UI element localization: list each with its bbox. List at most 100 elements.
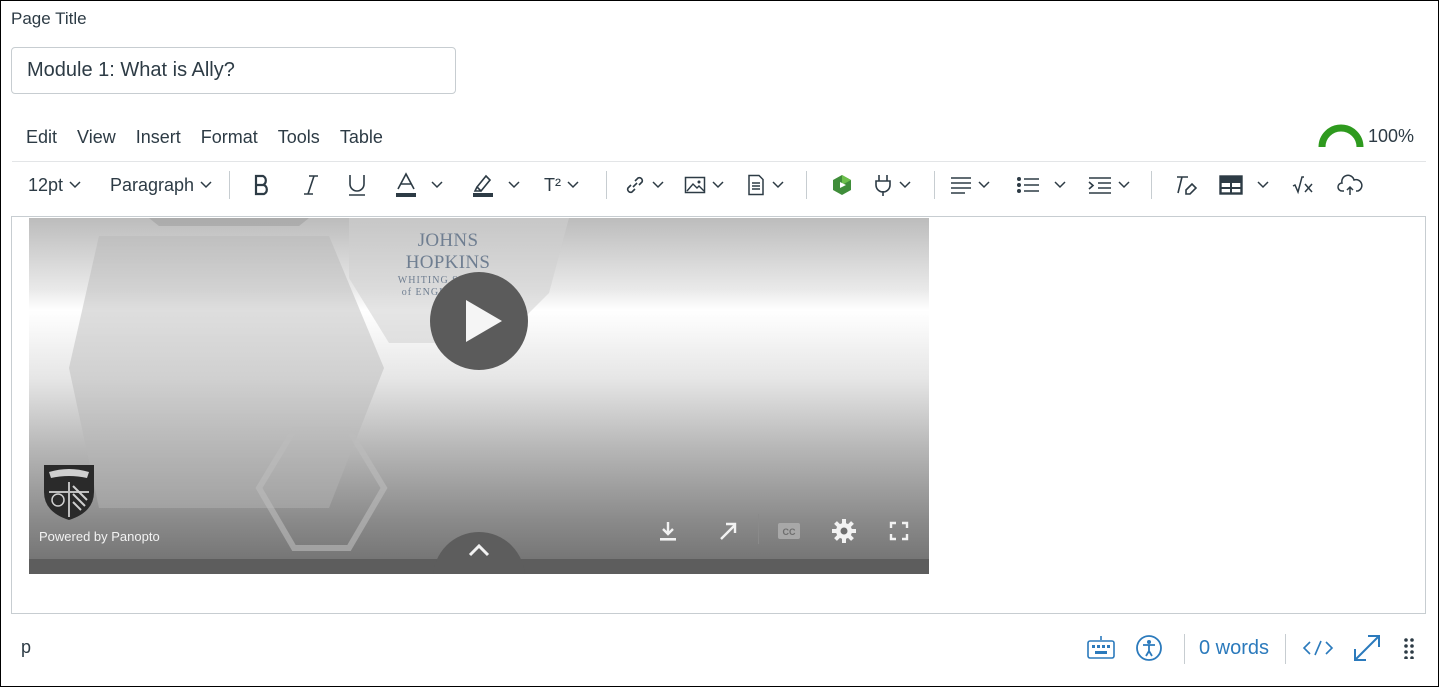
toolbar-divider	[934, 171, 935, 199]
statusbar-divider	[1184, 634, 1185, 664]
cloud-icon	[1337, 174, 1363, 195]
math-equation-button[interactable]	[1292, 166, 1314, 204]
highlight-color-button[interactable]	[472, 166, 520, 204]
panopto-video-embed[interactable]: JOHNS HOPKINS WHITING SCHOOL of ENGINEER…	[29, 218, 929, 574]
menu-view[interactable]: View	[67, 124, 126, 150]
editor-menubar: Edit View Insert Format Tools Table	[16, 124, 393, 150]
play-button[interactable]	[430, 272, 528, 370]
chevron-down-icon	[508, 181, 520, 189]
underline-icon	[349, 175, 365, 196]
chevron-down-icon	[431, 181, 443, 189]
page-title-input[interactable]	[11, 47, 456, 94]
keyboard-icon	[1087, 636, 1115, 659]
apps-plug-icon	[875, 175, 891, 196]
statusbar-divider	[1285, 634, 1286, 664]
bullet-list-icon	[1017, 177, 1039, 193]
italic-button[interactable]	[302, 166, 320, 204]
bullet-list-button[interactable]	[1016, 166, 1066, 204]
closed-caption-button[interactable]: CC	[772, 514, 806, 548]
align-button[interactable]	[950, 166, 990, 204]
download-button[interactable]	[651, 514, 685, 548]
element-path[interactable]: p	[21, 637, 31, 658]
chevron-down-icon	[712, 181, 724, 189]
play-icon	[466, 300, 502, 342]
text-color-button[interactable]	[395, 166, 443, 204]
clear-format-icon	[1177, 176, 1198, 195]
closed-caption-icon: CC	[778, 523, 800, 539]
table-button[interactable]	[1219, 166, 1269, 204]
superscript-icon: T²	[544, 174, 561, 195]
chevron-down-icon	[1054, 181, 1066, 189]
cloud-upload-button[interactable]	[1337, 166, 1363, 204]
apps-button[interactable]	[873, 166, 911, 204]
settings-gear-icon	[832, 519, 856, 543]
align-icon	[951, 177, 971, 194]
accessibility-score[interactable]: 100%	[1318, 124, 1414, 148]
word-count-button[interactable]: 0 words	[1199, 630, 1269, 666]
media-plugin-icon	[833, 175, 851, 195]
svg-text:CC: CC	[783, 527, 796, 537]
video-fullscreen-button[interactable]	[882, 514, 916, 548]
superscript-button[interactable]: T²	[544, 166, 579, 204]
resize-handle-icon	[1404, 638, 1414, 659]
open-external-button[interactable]	[711, 514, 745, 548]
video-settings-button[interactable]	[827, 514, 861, 548]
menu-tools[interactable]: Tools	[268, 124, 330, 150]
menubar-divider	[12, 161, 1426, 162]
accessibility-checker-icon	[1136, 635, 1162, 661]
download-icon	[660, 522, 676, 541]
media-plugin-button[interactable]	[831, 166, 853, 204]
keyboard-shortcuts-button[interactable]	[1086, 630, 1116, 666]
open-external-icon	[720, 522, 737, 540]
bold-button[interactable]	[252, 166, 272, 204]
text-color-icon	[396, 172, 416, 197]
highlight-icon	[473, 174, 493, 197]
resize-handle[interactable]	[1402, 630, 1416, 666]
document-icon	[748, 174, 764, 196]
chevron-down-icon	[978, 181, 990, 189]
bold-icon	[254, 174, 268, 196]
word-count: 0 words	[1199, 636, 1270, 659]
accessibility-percent: 100%	[1368, 125, 1415, 146]
accessibility-checker-button[interactable]	[1135, 630, 1163, 666]
italic-icon	[304, 175, 318, 195]
image-button[interactable]	[684, 166, 724, 204]
chevron-down-icon	[1257, 181, 1269, 189]
link-button[interactable]	[624, 166, 664, 204]
toolbar-divider	[606, 171, 607, 199]
indent-button[interactable]	[1088, 166, 1130, 204]
chevron-up-icon	[468, 543, 490, 557]
menu-table[interactable]: Table	[330, 124, 393, 150]
table-icon	[1219, 175, 1243, 195]
toolbar-divider	[806, 171, 807, 199]
chevron-down-icon	[200, 181, 212, 189]
menu-insert[interactable]: Insert	[126, 124, 191, 150]
menu-edit[interactable]: Edit	[16, 124, 67, 150]
chevron-down-icon	[652, 181, 664, 189]
toolbar-divider	[229, 171, 230, 199]
toolbar-divider	[1151, 171, 1152, 199]
block-format-select[interactable]: Paragraph	[110, 166, 212, 204]
font-size-value: 12pt	[28, 174, 64, 195]
font-size-select[interactable]: 12pt	[28, 166, 81, 204]
math-icon	[1292, 176, 1313, 195]
jhu-shield-logo	[44, 465, 94, 520]
chevron-down-icon	[69, 181, 81, 189]
chevron-down-icon	[1118, 181, 1130, 189]
document-button[interactable]	[746, 166, 784, 204]
clear-formatting-button[interactable]	[1174, 166, 1198, 204]
video-controls-divider	[758, 514, 759, 544]
fullscreen-icon	[889, 521, 909, 541]
page-title-label: Page Title	[11, 9, 87, 28]
link-icon	[626, 176, 644, 194]
indent-icon	[1088, 177, 1111, 194]
menu-format[interactable]: Format	[191, 124, 268, 150]
html-editor-toggle[interactable]	[1302, 630, 1334, 666]
chevron-down-icon	[772, 181, 784, 189]
fullscreen-expand-icon	[1354, 635, 1380, 661]
image-icon	[684, 176, 706, 194]
block-format-value: Paragraph	[110, 174, 195, 195]
html-editor-icon	[1302, 640, 1334, 656]
fullscreen-toggle[interactable]	[1352, 630, 1382, 666]
underline-button[interactable]	[346, 166, 368, 204]
